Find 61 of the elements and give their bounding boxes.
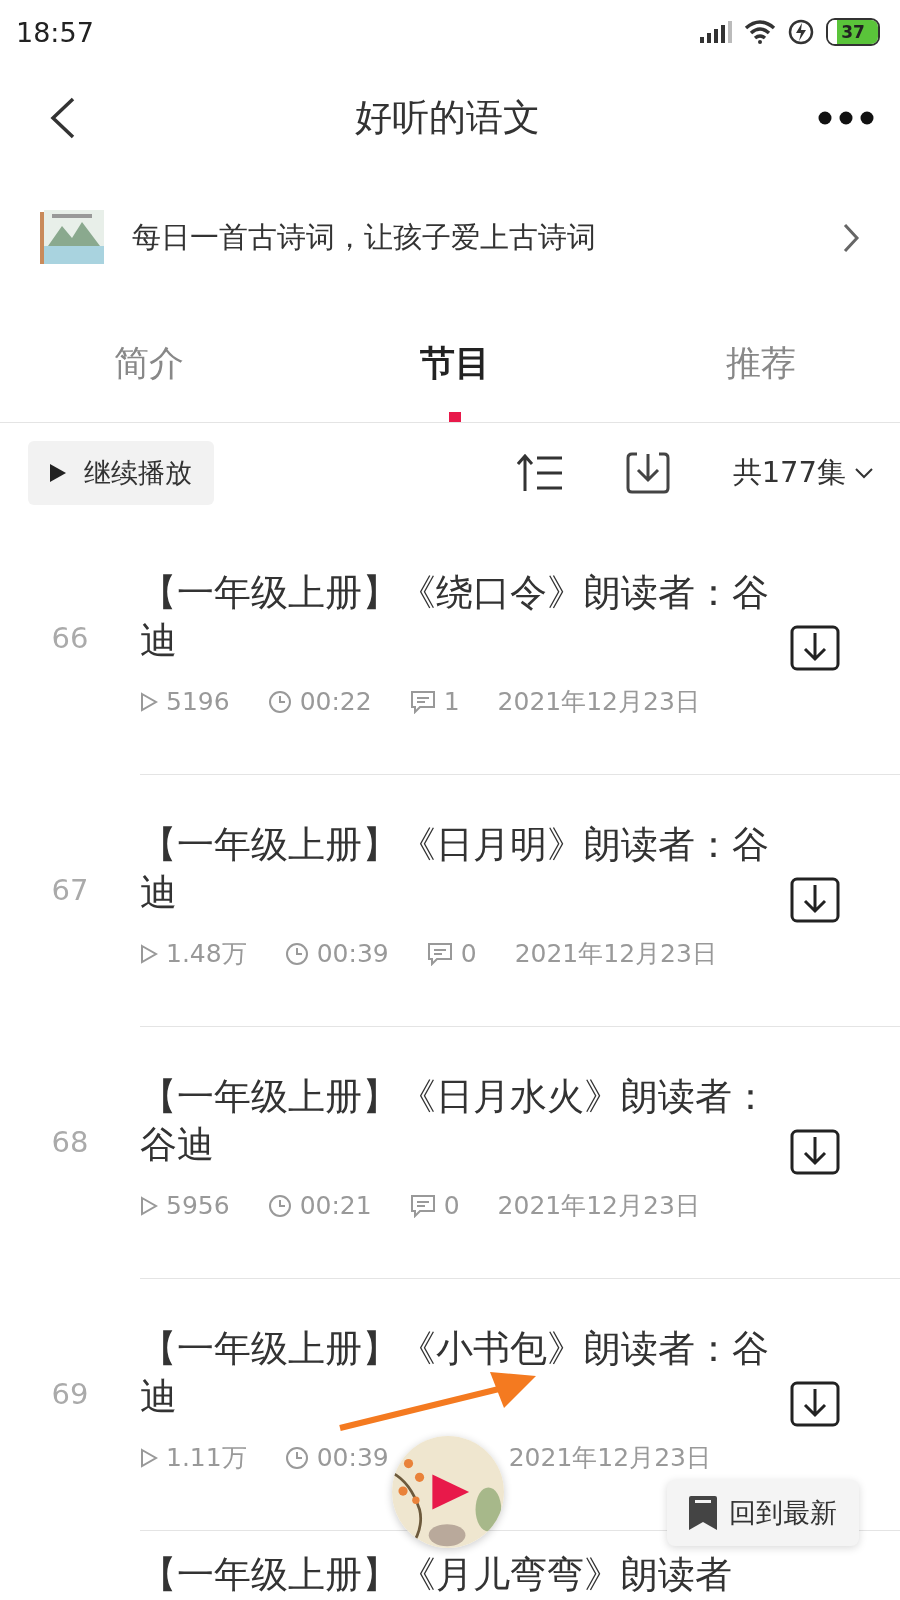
episode-number: 67: [50, 873, 90, 907]
play-count: 1.11万: [166, 1442, 247, 1474]
tab[interactable]: 节目: [416, 304, 494, 422]
sort-icon[interactable]: [516, 454, 563, 492]
clock-icon: [267, 689, 292, 714]
back-to-latest-toast[interactable]: 回到最新: [667, 1480, 859, 1546]
episode-number: 66: [50, 621, 90, 655]
play-count: 5956: [166, 1191, 230, 1220]
episode-number: 68: [50, 1125, 90, 1159]
comment-count: 0: [443, 1191, 460, 1220]
clock-icon: [267, 1193, 292, 1218]
chevron-right-icon: [842, 222, 860, 254]
more-icon[interactable]: [818, 111, 874, 125]
back-icon[interactable]: [50, 97, 76, 139]
episode-title[interactable]: 【一年级上册】《日月明》朗读者：谷迪: [140, 821, 780, 917]
wifi-icon: [744, 20, 776, 44]
publish-date: 2021年12月23日: [514, 938, 717, 970]
comment-count: 1: [443, 687, 460, 716]
play-count: 1.48万: [166, 938, 247, 970]
bookmark-icon: [689, 1496, 717, 1530]
continue-play-button[interactable]: 继续播放: [28, 441, 214, 505]
page-title: 好听的语文: [354, 95, 540, 141]
clock-icon: [284, 1445, 309, 1470]
signal-icon: [700, 21, 732, 43]
comment-count: 0: [460, 939, 477, 968]
duration: 00:39: [316, 1443, 389, 1472]
album-banner[interactable]: 每日一首古诗词，让孩子爱上古诗词: [0, 172, 900, 304]
duration: 00:22: [299, 687, 372, 716]
episode-title[interactable]: 【一年级上册】《小书包》朗读者：谷迪: [140, 1325, 780, 1421]
play-count: 5196: [166, 687, 230, 716]
download-icon[interactable]: [790, 1129, 840, 1175]
publish-date: 2021年12月23日: [497, 686, 700, 718]
comment-icon: [409, 1193, 436, 1218]
play-count-icon: [140, 1447, 158, 1468]
play-icon: [50, 464, 66, 482]
episode-title[interactable]: 【一年级上册】《绕口令》朗读者：谷迪: [140, 569, 780, 665]
episode-title[interactable]: 【一年级上册】《月儿弯弯》朗读者: [140, 1551, 780, 1599]
episode-count-dropdown[interactable]: 共177集: [732, 453, 874, 493]
duration: 00:39: [316, 939, 389, 968]
clock-icon: [284, 941, 309, 966]
charging-icon: [788, 19, 814, 45]
publish-date: 2021年12月23日: [508, 1442, 711, 1474]
download-icon[interactable]: [790, 1381, 840, 1427]
download-icon[interactable]: [790, 877, 840, 923]
publish-date: 2021年12月23日: [497, 1190, 700, 1222]
caret-icon: [854, 467, 874, 479]
comment-icon: [409, 689, 436, 714]
download-icon[interactable]: [624, 450, 671, 496]
tab[interactable]: 推荐: [722, 304, 800, 422]
play-count-icon: [140, 943, 158, 964]
episode-number: 69: [50, 1377, 90, 1411]
duration: 00:21: [299, 1191, 372, 1220]
download-icon[interactable]: [790, 625, 840, 671]
tab[interactable]: 简介: [110, 304, 188, 422]
play-count-icon: [140, 691, 158, 712]
comment-icon: [426, 941, 453, 966]
status-time: 18:57: [16, 16, 94, 48]
episode-title[interactable]: 【一年级上册】《日月水火》朗读者：谷迪: [140, 1073, 780, 1169]
play-count-icon: [140, 1195, 158, 1216]
battery-level: 37: [841, 22, 865, 42]
book-cover-icon: [40, 210, 104, 266]
